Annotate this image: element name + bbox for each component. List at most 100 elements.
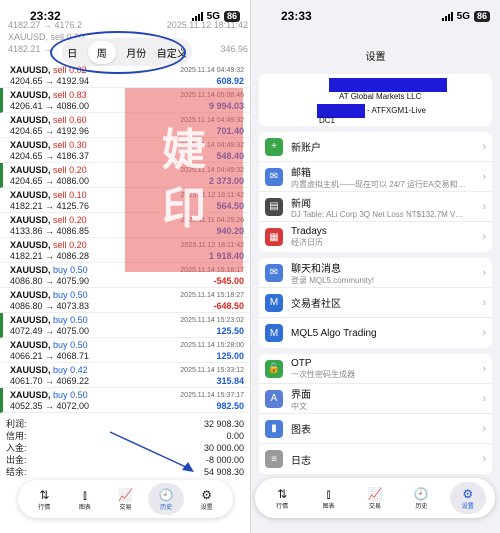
trade-row[interactable]: XAUUSD, sell 0.20 2025.11.14 04:49:32 4204… — [0, 163, 250, 188]
history-clock-icon: 🕘 — [158, 487, 174, 502]
trade-symbol: XAUUSD, — [10, 315, 51, 325]
tab-gear[interactable]: ⚙ 设置 — [189, 483, 225, 515]
settings-item[interactable]: ▮ 图表 › — [259, 414, 492, 444]
trade-volume: 0.20 — [69, 240, 87, 250]
trade-side: buy — [53, 340, 68, 350]
settings-item[interactable]: ≡ 日志 › — [259, 444, 492, 474]
trade-side: buy — [53, 265, 68, 275]
trade-symbol: XAUUSD, — [10, 340, 51, 350]
trade-row[interactable]: XAUUSD, buy 0.50 2025.11.14 15:37:17 4052.… — [0, 388, 250, 413]
trade-date: 2025.11.14 15:33:12 — [180, 367, 244, 374]
tab-quotes[interactable]: ⇅ 行情 — [26, 483, 62, 515]
tab-history-clock[interactable]: 🕘 历史 — [148, 483, 185, 515]
trade-side: buy — [53, 365, 68, 375]
settings-item-title: 聊天和消息 — [291, 263, 341, 275]
trade-profit: 608.92 — [216, 76, 244, 86]
trade-title: XAUUSD, buy 0.50 — [10, 265, 88, 276]
network-label: 5G — [206, 10, 220, 22]
tab-candlestick[interactable]: ⫾ 图表 — [67, 483, 103, 515]
chevron-right-icon: › — [482, 422, 486, 435]
chevron-right-icon: › — [482, 327, 486, 339]
trade-chart-icon: 📈 — [367, 486, 383, 501]
trade-profit: 9 994.03 — [208, 101, 244, 111]
trade-row[interactable]: XAUUSD, sell 0.30 2025.11.14 04:49:32 4204… — [0, 138, 250, 163]
trade-prices: 4204.65 → 4086.00 — [10, 176, 90, 186]
trade-volume: 0.50 — [70, 290, 88, 300]
trade-profit: -648.50 — [213, 301, 244, 311]
trade-profit: 940.20 — [216, 226, 244, 236]
segment-1[interactable]: 周 — [87, 40, 116, 64]
trade-header: XAUUSD, buy 0.50 2025.11.14 15:28:00 — [10, 340, 244, 351]
trade-row[interactable]: XAUUSD, buy 0.50 2025.11.14 15:18:17 4086.… — [0, 263, 250, 288]
segment-2[interactable]: 月份 — [126, 45, 146, 60]
tab-label: 交易 — [119, 504, 132, 511]
segment-0[interactable]: 日 — [67, 45, 77, 60]
trade-header: XAUUSD, sell 0.20 2025.11.12 18:11:42 — [10, 240, 244, 251]
settings-item[interactable]: 🔒 OTP 一次性密码生成器 › — [259, 354, 492, 384]
calendar-icon: ▦ — [265, 228, 283, 246]
trade-prices: 4052.35 → 4072.00 — [10, 401, 90, 411]
trade-volume: 0.02 — [69, 65, 87, 75]
settings-item[interactable]: + 新账户 › — [259, 132, 492, 162]
settings-item-text: 聊天和消息 登录 MQL5.community! — [291, 260, 478, 286]
redaction-bar — [329, 78, 447, 92]
trade-header: XAUUSD, buy 0.50 2025.11.14 15:18:27 — [10, 290, 244, 301]
trade-row[interactable]: XAUUSD, sell 0.20 2025.11.11 04:25:26 4133… — [0, 213, 250, 238]
tab-gear[interactable]: ⚙ 设置 — [449, 482, 486, 514]
candlestick-icon: ⫾ — [82, 487, 87, 502]
tab-label: 历史 — [160, 504, 173, 511]
tab-history-clock[interactable]: 🕘 历史 — [403, 482, 439, 514]
annotation-arrow — [109, 431, 194, 472]
trade-row[interactable]: XAUUSD, buy 0.50 2025.11.14 15:28:00 4066.… — [0, 338, 250, 363]
trade-title: XAUUSD, buy 0.50 — [10, 315, 88, 326]
segment-3[interactable]: 自定义 — [157, 45, 187, 60]
tab-trade-chart[interactable]: 📈 交易 — [357, 482, 393, 514]
trade-title: XAUUSD, sell 0.20 — [10, 240, 87, 251]
settings-item-subtitle: 内置虚拟主机——现在可以 24/7 运行EA交易和… — [291, 179, 466, 189]
trade-row[interactable]: XAUUSD, sell 0.60 2025.11.14 04:49:32 4204… — [0, 113, 250, 138]
trade-date: 2025.11.14 04:49:32 — [180, 117, 244, 124]
trade-detail: 4052.35 → 4072.00 982.50 — [10, 401, 244, 412]
trade-profit: 1 918.40 — [208, 251, 244, 261]
tab-quotes[interactable]: ⇅ 行情 — [264, 482, 300, 514]
trade-header: XAUUSD, sell 0.30 2025.11.14 04:49:32 — [10, 140, 244, 151]
mail-icon: ✉ — [265, 167, 283, 186]
trade-row[interactable]: XAUUSD, sell 0.10 2025.11.12 18:11:42 4182… — [0, 188, 250, 213]
clock: 23:33 — [281, 9, 312, 23]
language-icon: A — [265, 389, 283, 408]
trade-row[interactable]: XAUUSD, sell 0.83 2025.11.14 05:08:46 4206… — [0, 88, 250, 113]
trade-row[interactable]: XAUUSD, buy 0.50 2025.11.14 15:18:27 4086.… — [0, 288, 250, 313]
trade-profit: 125.00 — [216, 351, 244, 361]
trade-volume: 0.10 — [69, 190, 87, 200]
account-card[interactable]: AT Global Markets LLC - ATFXGM1-Live DC1 — [259, 74, 492, 126]
settings-item-text: 新闻 DJ Table: ALi Corp 3Q Net Loss NT$132.… — [291, 195, 478, 219]
settings-item[interactable]: A 界面 中文 › — [259, 384, 492, 414]
summary-value: 0.00 — [226, 431, 244, 441]
chevron-right-icon: › — [482, 296, 486, 309]
settings-item[interactable]: ✉ 聊天和消息 登录 MQL5.community! › — [259, 258, 492, 288]
settings-item[interactable]: M MQL5 Algo Trading › — [259, 318, 492, 348]
page-title: 设置 — [365, 52, 386, 63]
battery-icon: 86 — [223, 10, 240, 22]
tab-label: 行情 — [38, 504, 51, 511]
trade-date: 2025.11.14 04:49:32 — [180, 142, 244, 149]
period-selector[interactable]: 日周月份 自定义 — [62, 38, 192, 66]
trade-row[interactable]: XAUUSD, buy 0.42 2025.11.14 15:33:12 4061.… — [0, 363, 250, 388]
community-icon: M — [265, 293, 283, 312]
tab-candlestick[interactable]: ⫾ 图表 — [311, 482, 347, 514]
trade-symbol: XAUUSD, — [10, 240, 51, 250]
trade-prices: 4204.65 → 4192.96 — [10, 126, 90, 136]
tab-trade-chart[interactable]: 📈 交易 — [107, 483, 143, 515]
settings-item[interactable]: ▦ Tradays 经济日历 › — [259, 222, 492, 252]
trade-side: sell — [53, 90, 67, 100]
settings-item[interactable]: M 交易者社区 › — [259, 288, 492, 318]
trade-detail: 4072.49 → 4075.00 125.50 — [10, 326, 244, 337]
trade-profit: 315.84 — [216, 376, 244, 386]
settings-item[interactable]: ▤ 新闻 DJ Table: ALi Corp 3Q Net Loss NT$132… — [259, 192, 492, 222]
trade-row[interactable]: XAUUSD, buy 0.50 2025.11.14 15:23:02 4072.… — [0, 313, 250, 338]
settings-groups: + 新账户 › ✉ 邮箱 内置虚拟主机——现在可以 24/7 运行EA交易和… › ▤ 新闻 DJ… — [251, 132, 500, 474]
trade-volume: 0.60 — [69, 115, 87, 125]
trade-row[interactable]: XAUUSD, sell 0.20 2025.11.12 18:11:42 4182… — [0, 238, 250, 263]
settings-item[interactable]: ✉ 邮箱 内置虚拟主机——现在可以 24/7 运行EA交易和… › — [259, 162, 492, 192]
trade-row[interactable]: XAUUSD, sell 0.02 2025.11.14 04:49:32 4204… — [0, 63, 250, 88]
